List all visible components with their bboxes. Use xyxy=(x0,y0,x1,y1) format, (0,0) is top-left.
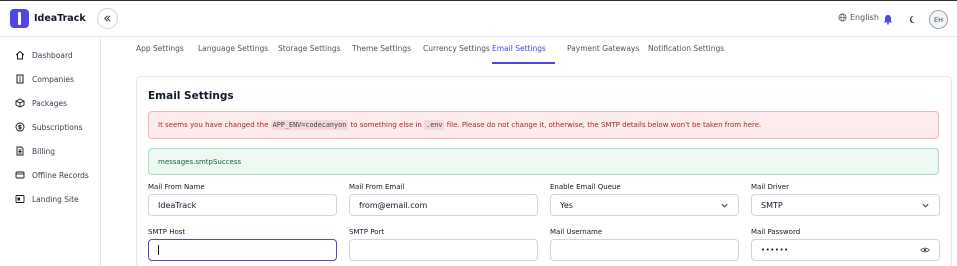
password-value: •••••• xyxy=(761,246,789,254)
user-avatar[interactable]: EH xyxy=(929,10,948,29)
sidebar-item-label: Billing xyxy=(32,146,55,156)
smtp-success-alert: messages.smtpSuccess xyxy=(148,148,939,175)
sidebar-item-companies[interactable]: Companies xyxy=(15,72,74,86)
mail-username-label: Mail Username xyxy=(550,228,603,236)
language-label: English xyxy=(850,13,879,22)
mail-username-input[interactable] xyxy=(550,239,739,261)
settings-tabs: App Settings Language Settings Storage S… xyxy=(101,37,957,64)
tab-email-settings[interactable]: Email Settings xyxy=(492,44,555,64)
sidebar-item-label: Landing Site xyxy=(32,194,79,204)
env-warning-alert: It seems you have changed the APP_ENV=co… xyxy=(148,111,939,139)
app-name[interactable]: IdeaTrack xyxy=(34,13,86,24)
mail-driver-select[interactable]: SMTP xyxy=(751,194,940,216)
dollar-icon xyxy=(15,122,25,132)
moon-icon xyxy=(909,15,915,23)
sidebar-item-packages[interactable]: Packages xyxy=(15,96,67,110)
chevron-down-icon xyxy=(922,203,929,208)
alert-code: APP_ENV=codecanyon xyxy=(270,120,349,130)
sidebar-item-label: Packages xyxy=(32,98,67,108)
alert-text: to something else in xyxy=(348,121,425,129)
mail-driver-label: Mail Driver xyxy=(751,183,789,191)
input-value: IdeaTrack xyxy=(158,200,197,210)
mail-from-name-input[interactable]: IdeaTrack xyxy=(148,194,337,216)
sidebar-item-label: Dashboard xyxy=(32,50,73,60)
bell-icon xyxy=(884,14,892,25)
sidebar-item-billing[interactable]: Billing xyxy=(15,144,55,158)
language-selector[interactable]: English xyxy=(838,13,879,22)
site-icon xyxy=(15,195,25,203)
alert-text: It seems you have changed the xyxy=(158,121,271,129)
tab-storage-settings[interactable]: Storage Settings xyxy=(278,44,341,64)
offline-icon xyxy=(15,171,25,179)
select-value: Yes xyxy=(560,200,573,210)
alert-text: messages.smtpSuccess xyxy=(158,157,242,166)
page-title: Email Settings xyxy=(148,90,234,102)
tab-language-settings[interactable]: Language Settings xyxy=(198,44,268,64)
tab-app-settings[interactable]: App Settings xyxy=(136,44,184,64)
enable-email-queue-label: Enable Email Queue xyxy=(550,183,621,191)
sidebar-item-label: Companies xyxy=(32,74,74,84)
mail-from-name-label: Mail From Name xyxy=(148,183,205,191)
document-icon xyxy=(16,146,24,156)
tab-theme-settings[interactable]: Theme Settings xyxy=(352,44,411,64)
box-icon xyxy=(15,98,25,108)
sidebar-item-label: Subscriptions xyxy=(32,122,83,132)
tab-payment-gateways[interactable]: Payment Gateways xyxy=(567,44,639,64)
sidebar-item-label: Offline Records xyxy=(32,170,89,180)
globe-icon xyxy=(838,13,847,22)
select-value: SMTP xyxy=(761,200,783,210)
sidebar-item-offline-records[interactable]: Offline Records xyxy=(15,168,89,182)
notifications-button[interactable] xyxy=(880,10,896,28)
building-icon xyxy=(16,74,24,84)
mail-from-email-label: Mail From Email xyxy=(349,183,405,191)
tab-notification-settings[interactable]: Notification Settings xyxy=(648,44,724,64)
home-icon xyxy=(15,50,25,60)
chevrons-left-icon xyxy=(104,15,111,22)
chevron-down-icon xyxy=(721,203,728,208)
smtp-host-label: SMTP Host xyxy=(148,228,186,236)
sidebar-item-subscriptions[interactable]: Subscriptions xyxy=(15,120,83,134)
collapse-sidebar-button[interactable] xyxy=(97,8,118,29)
sidebar: Dashboard Companies Packages Subscriptio… xyxy=(0,37,101,266)
sidebar-item-landing-site[interactable]: Landing Site xyxy=(15,192,79,206)
mail-password-label: Mail Password xyxy=(751,228,801,236)
eye-icon[interactable] xyxy=(920,246,930,254)
tab-currency-settings[interactable]: Currency Settings xyxy=(423,44,490,64)
top-bar: IdeaTrack English EH xyxy=(0,0,957,37)
alert-code: .env xyxy=(424,120,445,130)
smtp-host-input[interactable] xyxy=(148,239,337,261)
smtp-port-label: SMTP Port xyxy=(349,228,385,236)
input-value: from@email.com xyxy=(359,200,428,210)
mail-password-input[interactable]: •••••• xyxy=(751,239,940,261)
sidebar-item-dashboard[interactable]: Dashboard xyxy=(15,48,73,62)
app-logo[interactable] xyxy=(10,9,29,28)
text-caret xyxy=(158,245,159,255)
theme-toggle-button[interactable] xyxy=(905,10,921,28)
alert-text: file. Please do not change it, otherwise… xyxy=(444,121,762,129)
mail-from-email-input[interactable]: from@email.com xyxy=(349,194,538,216)
smtp-port-input[interactable] xyxy=(349,239,538,261)
enable-email-queue-select[interactable]: Yes xyxy=(550,194,739,216)
